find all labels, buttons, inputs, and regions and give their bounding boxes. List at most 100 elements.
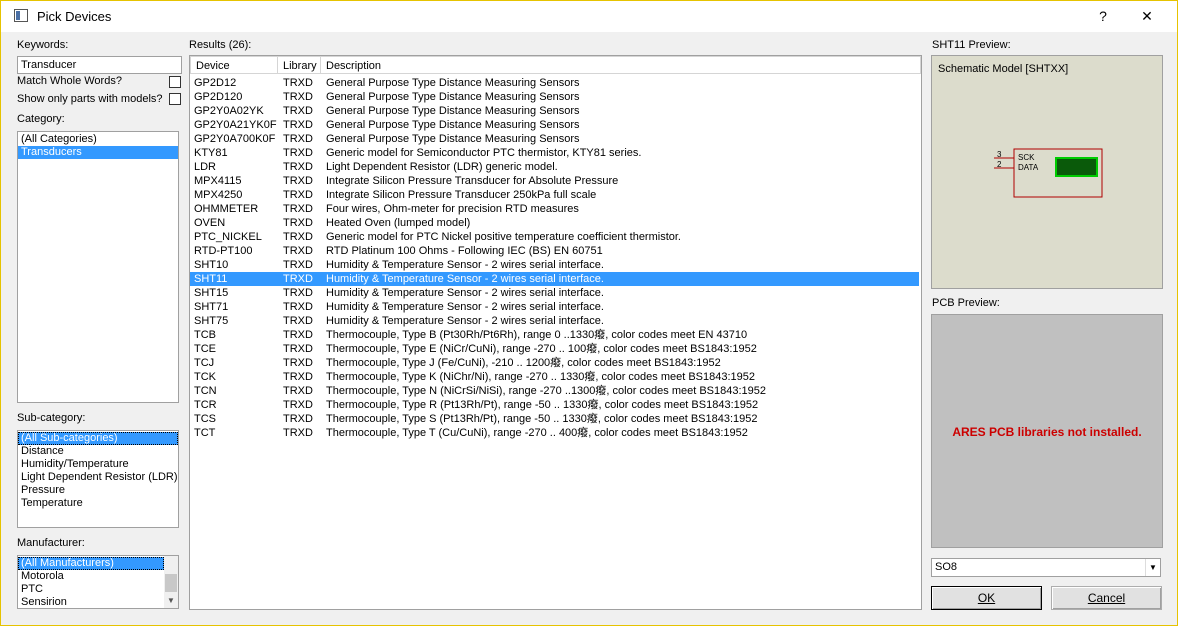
cell-description: Humidity & Temperature Sensor - 2 wires … <box>326 273 604 285</box>
cell-library: TRXD <box>283 161 313 173</box>
cell-device: TCT <box>194 427 216 439</box>
cell-description: Light Dependent Resistor (LDR) generic m… <box>326 161 558 173</box>
cell-description: General Purpose Type Distance Measuring … <box>326 77 580 89</box>
table-row[interactable]: RTD-PT100 TRXD RTD Platinum 100 Ohms - Fol… <box>190 244 921 258</box>
cell-description: Integrate Silicon Pressure Transducer 25… <box>326 189 597 201</box>
table-row[interactable]: SHT10 TRXD Humidity & Temperature Sensor -… <box>190 258 921 272</box>
cell-device: GP2D120 <box>194 91 243 103</box>
subcategory-item[interactable]: Distance <box>18 445 178 458</box>
cell-library: TRXD <box>283 245 313 257</box>
table-row[interactable]: OVEN TRXD Heated Oven (lumped model) <box>190 216 921 230</box>
cell-library: TRXD <box>283 399 313 411</box>
cell-library: TRXD <box>283 231 313 243</box>
scroll-down-icon[interactable]: ▼ <box>164 594 178 608</box>
package-value: SO8 <box>935 561 958 573</box>
table-row[interactable]: TCB TRXD Thermocouple, Type B (Pt30Rh/Pt6R… <box>190 328 921 342</box>
category-item[interactable]: Transducers <box>18 146 178 159</box>
manufacturer-scrollbar[interactable]: ▼ <box>164 556 178 608</box>
table-row[interactable]: SHT71 TRXD Humidity & Temperature Sensor -… <box>190 300 921 314</box>
cell-description: Thermocouple, Type S (Pt13Rh/Pt), range … <box>326 413 758 425</box>
close-button[interactable]: ✕ <box>1133 6 1161 26</box>
ok-button[interactable]: OK <box>931 586 1042 610</box>
subcategory-item[interactable]: (All Sub-categories) <box>18 432 178 445</box>
cell-description: Generic model for Semiconductor PTC ther… <box>326 147 642 159</box>
cell-library: TRXD <box>283 329 313 341</box>
category-item[interactable]: (All Categories) <box>18 133 178 146</box>
table-row[interactable]: SHT15 TRXD Humidity & Temperature Sensor -… <box>190 286 921 300</box>
manufacturer-item[interactable]: Motorola <box>18 570 164 583</box>
cell-device: MPX4115 <box>194 175 242 187</box>
help-button[interactable]: ? <box>1089 6 1117 26</box>
table-row[interactable]: TCE TRXD Thermocouple, Type E (NiCr/CuNi),… <box>190 342 921 356</box>
table-row[interactable]: GP2Y0A02YK TRXD General Purpose Type Dista… <box>190 104 921 118</box>
match-whole-words-checkbox[interactable] <box>169 76 181 88</box>
cell-device: SHT11 <box>194 273 228 285</box>
pcb-preview-label: PCB Preview: <box>932 297 1000 309</box>
column-header-description[interactable]: Description <box>321 56 921 74</box>
scrollbar-thumb[interactable] <box>165 574 177 592</box>
cell-description: RTD Platinum 100 Ohms - Following IEC (B… <box>326 245 603 257</box>
table-row[interactable]: GP2D120 TRXD General Purpose Type Distance… <box>190 90 921 104</box>
table-row[interactable]: GP2Y0A21YK0F TRXD General Purpose Type Dis… <box>190 118 921 132</box>
ok-button-label: OK <box>977 591 996 605</box>
table-row[interactable]: SHT11 TRXD Humidity & Temperature Sensor -… <box>190 272 919 286</box>
table-row[interactable]: GP2D12 TRXD General Purpose Type Distance … <box>190 76 921 90</box>
table-row[interactable]: TCK TRXD Thermocouple, Type K (NiChr/Ni), … <box>190 370 921 384</box>
cell-description: Thermocouple, Type K (NiChr/Ni), range -… <box>326 371 756 383</box>
table-row[interactable]: LDR TRXD Light Dependent Resistor (LDR) ge… <box>190 160 921 174</box>
table-row[interactable]: TCS TRXD Thermocouple, Type S (Pt13Rh/Pt),… <box>190 412 921 426</box>
results-table: Device Library Description GP2D12 TRXD Gen… <box>189 55 922 610</box>
table-row[interactable]: OHMMETER TRXD Four wires, Ohm-meter for pr… <box>190 202 921 216</box>
subcategory-item[interactable]: Humidity/Temperature <box>18 458 178 471</box>
cell-device: RTD-PT100 <box>194 245 253 257</box>
cell-device: LDR <box>194 161 217 173</box>
cell-device: GP2Y0A700K0F <box>194 133 276 145</box>
cell-library: TRXD <box>283 77 313 89</box>
package-select[interactable]: SO8 ▼ <box>931 558 1161 577</box>
cell-device: GP2Y0A02YK <box>194 105 264 117</box>
manufacturer-list: (All Manufacturers) Motorola PTC Sensirion … <box>17 555 179 609</box>
table-row[interactable]: MPX4250 TRXD Integrate Silicon Pressure Tr… <box>190 188 921 202</box>
cell-library: TRXD <box>283 287 313 299</box>
subcategory-item[interactable]: Light Dependent Resistor (LDR) <box>18 471 178 484</box>
show-only-models-checkbox[interactable] <box>169 93 181 105</box>
table-row[interactable]: SHT75 TRXD Humidity & Temperature Sensor -… <box>190 314 921 328</box>
table-row[interactable]: KTY81 TRXD Generic model for Semiconductor… <box>190 146 921 160</box>
cell-description: General Purpose Type Distance Measuring … <box>326 91 580 103</box>
pcb-preview: ARES PCB libraries not installed. <box>931 314 1163 548</box>
pcb-error-message: ARES PCB libraries not installed. <box>952 425 1142 439</box>
manufacturer-item[interactable]: Sensirion <box>18 596 164 608</box>
table-row[interactable]: MPX4115 TRXD Integrate Silicon Pressure Tr… <box>190 174 921 188</box>
cell-device: GP2D12 <box>194 77 237 89</box>
cell-library: TRXD <box>283 427 313 439</box>
pick-devices-dialog: Pick Devices ? ✕ Keywords: Transducer Ma… <box>0 0 1178 626</box>
table-row[interactable]: TCT TRXD Thermocouple, Type T (Cu/CuNi), r… <box>190 426 921 440</box>
cell-device: SHT15 <box>194 287 229 299</box>
manufacturer-item[interactable]: PTC <box>18 583 164 596</box>
cell-library: TRXD <box>283 175 313 187</box>
keywords-input[interactable]: Transducer <box>17 56 182 74</box>
pin-sck-number: 3 <box>997 150 1002 159</box>
table-row[interactable]: PTC_NICKEL TRXD Generic model for PTC Nick… <box>190 230 921 244</box>
cell-description: Thermocouple, Type E (NiCr/CuNi), range … <box>326 343 757 355</box>
table-row[interactable]: TCJ TRXD Thermocouple, Type J (Fe/CuNi), -… <box>190 356 921 370</box>
table-row[interactable]: TCN TRXD Thermocouple, Type N (NiCrSi/NiSi… <box>190 384 921 398</box>
subcategory-item[interactable]: Temperature <box>18 497 178 510</box>
chevron-down-icon[interactable]: ▼ <box>1145 559 1160 576</box>
table-row[interactable]: TCR TRXD Thermocouple, Type R (Pt13Rh/Pt),… <box>190 398 921 412</box>
column-header-library[interactable]: Library <box>278 56 321 74</box>
subcategory-item[interactable]: Pressure <box>18 484 178 497</box>
cell-device: TCE <box>194 343 216 355</box>
cell-device: SHT71 <box>194 301 229 313</box>
manufacturer-item[interactable]: (All Manufacturers) <box>18 557 164 570</box>
cell-device: TCN <box>194 385 217 397</box>
cell-description: Heated Oven (lumped model) <box>326 217 471 229</box>
keywords-label: Keywords: <box>17 39 69 51</box>
cell-device: GP2Y0A21YK0F <box>194 119 277 131</box>
column-header-device[interactable]: Device <box>190 56 278 74</box>
subcategory-label: Sub-category: <box>17 412 86 424</box>
cell-description: Thermocouple, Type J (Fe/CuNi), -210 .. … <box>326 357 721 369</box>
table-row[interactable]: GP2Y0A700K0F TRXD General Purpose Type Dis… <box>190 132 921 146</box>
schematic-preview: Schematic Model [SHTXX] 3 2 SCK DATA <box>931 55 1163 289</box>
cancel-button[interactable]: Cancel <box>1051 586 1162 610</box>
